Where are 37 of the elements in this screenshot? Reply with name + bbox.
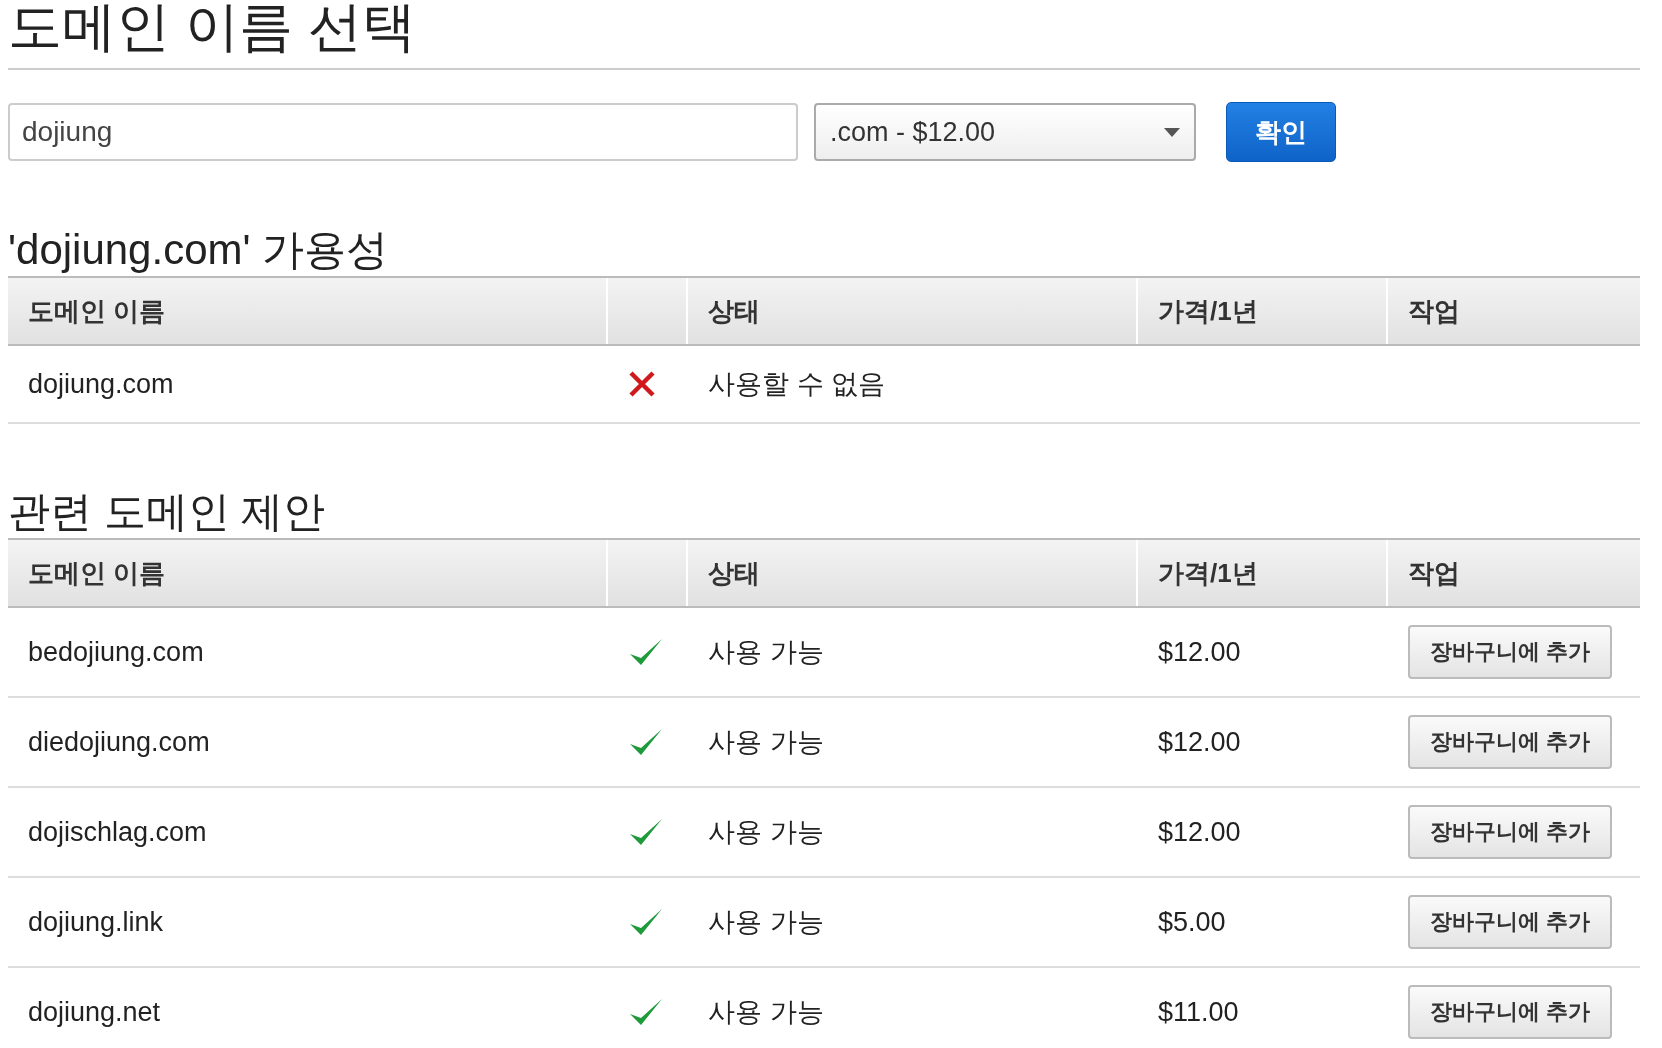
status-text: 사용할 수 없음 bbox=[708, 368, 885, 401]
domain-name: dojiung.com bbox=[28, 368, 174, 400]
column-header: 도메인 이름 bbox=[28, 556, 166, 590]
domain-name: dojiung.link bbox=[28, 906, 164, 938]
add-to-cart-button[interactable]: 장바구니에 추가 bbox=[1408, 625, 1613, 679]
caret-icon bbox=[1164, 127, 1180, 137]
price-text: $11.00 bbox=[1158, 996, 1239, 1028]
domain-name: diedojiung.com bbox=[28, 726, 210, 758]
tld-dropdown[interactable]: .com - $12.00 bbox=[814, 103, 1196, 161]
status-text: 사용 가능 bbox=[708, 636, 824, 669]
add-to-cart-button[interactable]: 장바구니에 추가 bbox=[1408, 985, 1613, 1039]
price-text: $12.00 bbox=[1158, 636, 1241, 668]
column-header: 상태 bbox=[708, 294, 760, 328]
price-text: $5.00 bbox=[1158, 906, 1226, 938]
domain-name: dojischlag.com bbox=[28, 816, 207, 848]
domain-name: bedojiung.com bbox=[28, 636, 204, 668]
price-text: $12.00 bbox=[1158, 726, 1241, 758]
domain-name: dojiung.net bbox=[28, 996, 161, 1028]
price-text: $12.00 bbox=[1158, 816, 1241, 848]
add-to-cart-button[interactable]: 장바구니에 추가 bbox=[1408, 805, 1613, 859]
add-to-cart-button[interactable]: 장바구니에 추가 bbox=[1408, 895, 1613, 949]
column-header: 도메인 이름 bbox=[28, 294, 166, 328]
section-heading: 관련 도메인 제안 bbox=[8, 487, 327, 537]
confirm-button[interactable]: 확인 bbox=[1226, 102, 1336, 162]
section-heading: 'dojiung.com' 가용성 bbox=[8, 225, 390, 275]
column-header: 가격/1년 bbox=[1158, 556, 1258, 590]
status-text: 사용 가능 bbox=[708, 996, 824, 1029]
domain-input-field[interactable]: dojiung bbox=[8, 103, 798, 161]
status-text: 사용 가능 bbox=[708, 816, 824, 849]
status-text: 사용 가능 bbox=[708, 906, 824, 939]
column-header: 가격/1년 bbox=[1158, 294, 1258, 328]
column-header: 상태 bbox=[708, 556, 760, 590]
add-to-cart-button[interactable]: 장바구니에 추가 bbox=[1408, 715, 1613, 769]
column-header: 작업 bbox=[1408, 556, 1460, 590]
column-header: 작업 bbox=[1408, 294, 1460, 328]
status-text: 사용 가능 bbox=[708, 726, 824, 759]
page-title: 도메인 이름 선택 bbox=[8, 0, 1640, 70]
